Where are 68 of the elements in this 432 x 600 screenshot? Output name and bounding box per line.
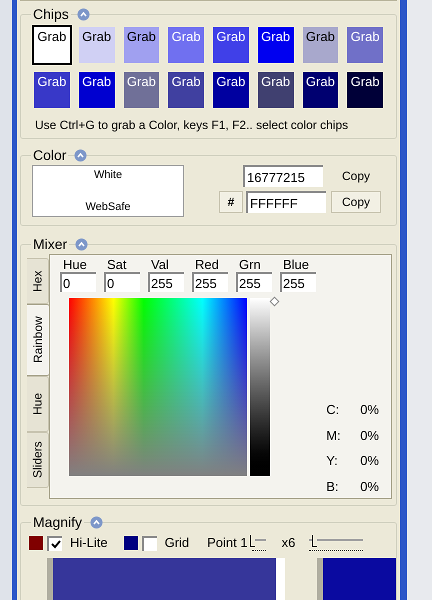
- color-chip[interactable]: Grab: [32, 25, 72, 65]
- group-title: Chips: [31, 6, 71, 22]
- decimal-field[interactable]: 16777215: [243, 165, 323, 187]
- color-chip[interactable]: Grab: [32, 70, 72, 110]
- zoom-label: x6: [282, 534, 296, 552]
- group-title: Mixer: [31, 236, 70, 252]
- magnified-edge: [276, 558, 286, 600]
- color-chip[interactable]: Grab: [256, 25, 296, 65]
- value-field[interactable]: 255: [148, 272, 184, 292]
- collapse-icon[interactable]: [76, 8, 90, 20]
- color-chip[interactable]: Grab: [256, 70, 296, 110]
- collapse-icon[interactable]: [74, 148, 88, 162]
- mixer-tab[interactable]: Rainbow: [27, 304, 50, 376]
- value-field[interactable]: 255: [236, 272, 272, 292]
- color-chip[interactable]: Grab: [122, 25, 162, 65]
- value-pointer[interactable]: [270, 296, 280, 306]
- collapse-icon[interactable]: [90, 516, 104, 528]
- check-icon: [50, 540, 60, 548]
- slider[interactable]: [309, 535, 364, 551]
- cmyk-value: 0%: [360, 478, 379, 496]
- hilite-checkbox[interactable]: [47, 536, 62, 550]
- collapse-icon[interactable]: [75, 238, 88, 250]
- color-chip[interactable]: Grab: [345, 70, 385, 110]
- mixer-tab[interactable]: Hue: [27, 376, 49, 432]
- hash-button[interactable]: #: [219, 191, 243, 213]
- websafe-label: WebSafe: [85, 200, 131, 214]
- value-field[interactable]: 255: [192, 272, 228, 292]
- field-label: Blue: [282, 257, 310, 272]
- color-chip[interactable]: Grab: [166, 70, 206, 110]
- hex-field[interactable]: FFFFFF: [246, 191, 326, 213]
- copy-button[interactable]: Copy: [331, 191, 381, 213]
- field-label: Val: [150, 257, 170, 272]
- hint-text: Use Ctrl+G to grab a Color, keys F1, F2.. select color chips: [35, 117, 350, 134]
- group-title: Magnify: [31, 514, 84, 530]
- color-chip[interactable]: Grab: [166, 25, 206, 65]
- cmyk-value: 0%: [360, 452, 379, 470]
- cmyk-value: 0%: [360, 401, 379, 419]
- value-field[interactable]: 0: [60, 272, 96, 292]
- value-field[interactable]: 0: [104, 272, 140, 292]
- color-chip[interactable]: Grab: [76, 25, 116, 65]
- field-label: Grn: [238, 257, 262, 272]
- color-chip[interactable]: Grab: [122, 70, 162, 110]
- cmyk-value: 0%: [360, 426, 379, 444]
- field-label: Red: [194, 257, 220, 272]
- grid-label: Grid: [164, 534, 190, 552]
- mixer-tab[interactable]: Sliders: [27, 432, 49, 488]
- field-label: Hue: [62, 257, 88, 272]
- grid-swatch[interactable]: [124, 536, 138, 550]
- color-name: White: [94, 168, 122, 183]
- hilite-swatch[interactable]: [29, 536, 43, 550]
- color-chip[interactable]: Grab: [211, 25, 251, 65]
- cmyk-label: C:: [326, 401, 340, 419]
- copy-button[interactable]: Copy: [331, 165, 381, 187]
- hilite-label: Hi-Lite: [70, 534, 108, 552]
- cmyk-label: Y:: [326, 452, 339, 470]
- cmyk-label: B:: [326, 478, 340, 496]
- value-field[interactable]: 255: [280, 272, 316, 292]
- color-chip[interactable]: Grab: [300, 70, 340, 110]
- color-chip[interactable]: Grab: [211, 70, 251, 110]
- mixer-tab[interactable]: Hex: [27, 258, 49, 304]
- grid-checkbox[interactable]: [142, 536, 157, 550]
- group-title: Color: [31, 147, 68, 163]
- field-label: Sat: [106, 257, 128, 272]
- point-label: Point 1: [207, 534, 248, 552]
- color-chip[interactable]: Grab: [300, 25, 340, 65]
- color-chip[interactable]: Grab: [345, 25, 385, 65]
- cmyk-label: M:: [326, 426, 342, 444]
- color-chip[interactable]: Grab: [76, 70, 116, 110]
